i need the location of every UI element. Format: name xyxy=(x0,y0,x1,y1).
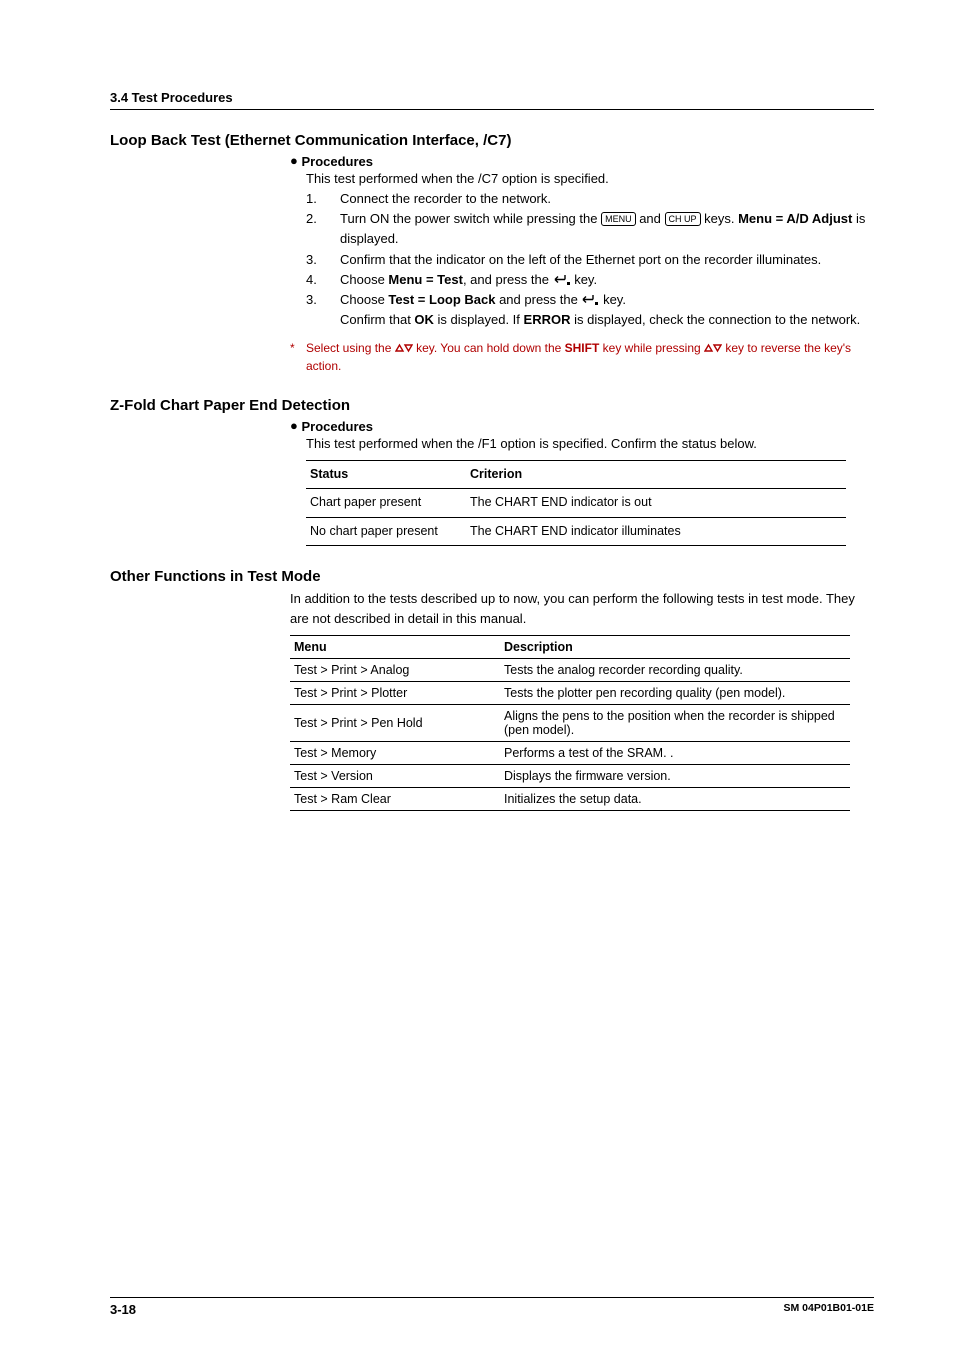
table-row: Test > Print > Pen Hold Aligns the pens … xyxy=(290,705,850,742)
procedures-heading: ● Procedures xyxy=(290,418,874,434)
step-number: 2. xyxy=(306,209,340,249)
text-frag: is displayed. If xyxy=(434,312,524,327)
step: 1. Connect the recorder to the network. xyxy=(306,189,874,209)
step: 2. Turn ON the power switch while pressi… xyxy=(306,209,874,249)
step: 4. Choose Menu = Test, and press the key… xyxy=(306,270,874,290)
other-table: Menu Description Test > Print > Analog T… xyxy=(290,635,850,811)
enter-key-icon xyxy=(581,292,599,307)
step-number: 3. xyxy=(306,250,340,270)
bold-text: ERROR xyxy=(524,312,571,327)
cell: No chart paper present xyxy=(306,517,466,545)
chup-key-icon: CH UP xyxy=(665,212,701,226)
text-frag: , and press the xyxy=(463,272,553,287)
updown-key-icon xyxy=(704,341,722,355)
table-row: Test > Memory Performs a test of the SRA… xyxy=(290,742,850,765)
text-frag: key. You can hold down the xyxy=(413,341,565,355)
text-frag: key while pressing xyxy=(599,341,704,355)
text-frag: Choose xyxy=(340,272,388,287)
step-text: Choose Test = Loop Back and press the ke… xyxy=(340,290,874,330)
text-frag: Choose xyxy=(340,292,388,307)
enter-key-icon xyxy=(553,272,571,287)
table-row: Test > Print > Analog Tests the analog r… xyxy=(290,659,850,682)
text-frag: Select using the xyxy=(306,341,395,355)
page-number: 3-18 xyxy=(110,1302,136,1317)
zfold-intro: This test performed when the /F1 option … xyxy=(306,434,874,454)
zfold-table: Status Criterion Chart paper present The… xyxy=(306,460,846,546)
step-text: Turn ON the power switch while pressing … xyxy=(340,209,874,249)
text-frag: and xyxy=(636,211,665,226)
text-frag: keys. xyxy=(701,211,739,226)
cell: Initializes the setup data. xyxy=(500,788,850,811)
other-intro: In addition to the tests described up to… xyxy=(290,589,874,629)
cell: Tests the plotter pen recording quality … xyxy=(500,682,850,705)
bold-text: Menu = Test xyxy=(388,272,463,287)
text-frag: is displayed, check the connection to th… xyxy=(570,312,860,327)
cell: The CHART END indicator illuminates xyxy=(466,517,846,545)
cell: Test > Memory xyxy=(290,742,500,765)
table-header-row: Status Criterion xyxy=(306,461,846,489)
page: 3.4 Test Procedures Loop Back Test (Ethe… xyxy=(0,0,954,1351)
step-number: 4. xyxy=(306,270,340,290)
step-text: Confirm that the indicator on the left o… xyxy=(340,250,874,270)
col-description: Description xyxy=(500,636,850,659)
bold-text: SHIFT xyxy=(565,341,600,355)
step: 3. Choose Test = Loop Back and press the… xyxy=(306,290,874,330)
table-header-row: Menu Description xyxy=(290,636,850,659)
text-frag: Turn ON the power switch while pressing … xyxy=(340,211,601,226)
table-row: Test > Ram Clear Initializes the setup d… xyxy=(290,788,850,811)
table-row: Test > Version Displays the firmware ver… xyxy=(290,765,850,788)
heading-zfold: Z-Fold Chart Paper End Detection xyxy=(110,397,874,414)
cell: Test > Print > Analog xyxy=(290,659,500,682)
menu-key-icon: MENU xyxy=(601,212,636,226)
cell: Chart paper present xyxy=(306,489,466,517)
cell: Test > Version xyxy=(290,765,500,788)
cell: The CHART END indicator is out xyxy=(466,489,846,517)
bold-text: Menu = A/D Adjust xyxy=(738,211,852,226)
loopback-intro: This test performed when the /C7 option … xyxy=(306,169,874,189)
bullet-icon: ● xyxy=(290,418,298,433)
procedures-label: Procedures xyxy=(301,419,373,434)
section-header: 3.4 Test Procedures xyxy=(110,90,874,110)
step-number: 1. xyxy=(306,189,340,209)
page-footer: 3-18 SM 04P01B01-01E xyxy=(110,1297,874,1317)
cell: Aligns the pens to the position when the… xyxy=(500,705,850,742)
cell: Test > Print > Pen Hold xyxy=(290,705,500,742)
col-status: Status xyxy=(306,461,466,489)
footnote: * Select using the key. You can hold dow… xyxy=(290,340,874,375)
footnote-text: Select using the key. You can hold down … xyxy=(306,340,874,375)
step-number: 3. xyxy=(306,290,340,330)
step-text: Choose Menu = Test, and press the key. xyxy=(340,270,874,290)
col-criterion: Criterion xyxy=(466,461,846,489)
text-frag: and press the xyxy=(495,292,581,307)
table-row: Chart paper present The CHART END indica… xyxy=(306,489,846,517)
cell: Tests the analog recorder recording qual… xyxy=(500,659,850,682)
cell: Test > Ram Clear xyxy=(290,788,500,811)
step: 3. Confirm that the indicator on the lef… xyxy=(306,250,874,270)
step-text: Connect the recorder to the network. xyxy=(340,189,874,209)
document-id: SM 04P01B01-01E xyxy=(784,1302,874,1317)
cell: Test > Print > Plotter xyxy=(290,682,500,705)
cell: Performs a test of the SRAM. . xyxy=(500,742,850,765)
col-menu: Menu xyxy=(290,636,500,659)
table-row: No chart paper present The CHART END ind… xyxy=(306,517,846,545)
text-frag: key. xyxy=(571,272,598,287)
table-row: Test > Print > Plotter Tests the plotter… xyxy=(290,682,850,705)
text-frag: Confirm that xyxy=(340,312,414,327)
updown-key-icon xyxy=(395,341,413,355)
heading-loopback: Loop Back Test (Ethernet Communication I… xyxy=(110,132,874,149)
asterisk-icon: * xyxy=(290,340,306,375)
heading-other: Other Functions in Test Mode xyxy=(110,568,874,585)
bullet-icon: ● xyxy=(290,153,298,168)
bold-text: Test = Loop Back xyxy=(388,292,495,307)
cell: Displays the firmware version. xyxy=(500,765,850,788)
procedures-label: Procedures xyxy=(301,154,373,169)
bold-text: OK xyxy=(414,312,434,327)
text-frag: key. xyxy=(599,292,626,307)
procedures-heading: ● Procedures xyxy=(290,153,874,169)
